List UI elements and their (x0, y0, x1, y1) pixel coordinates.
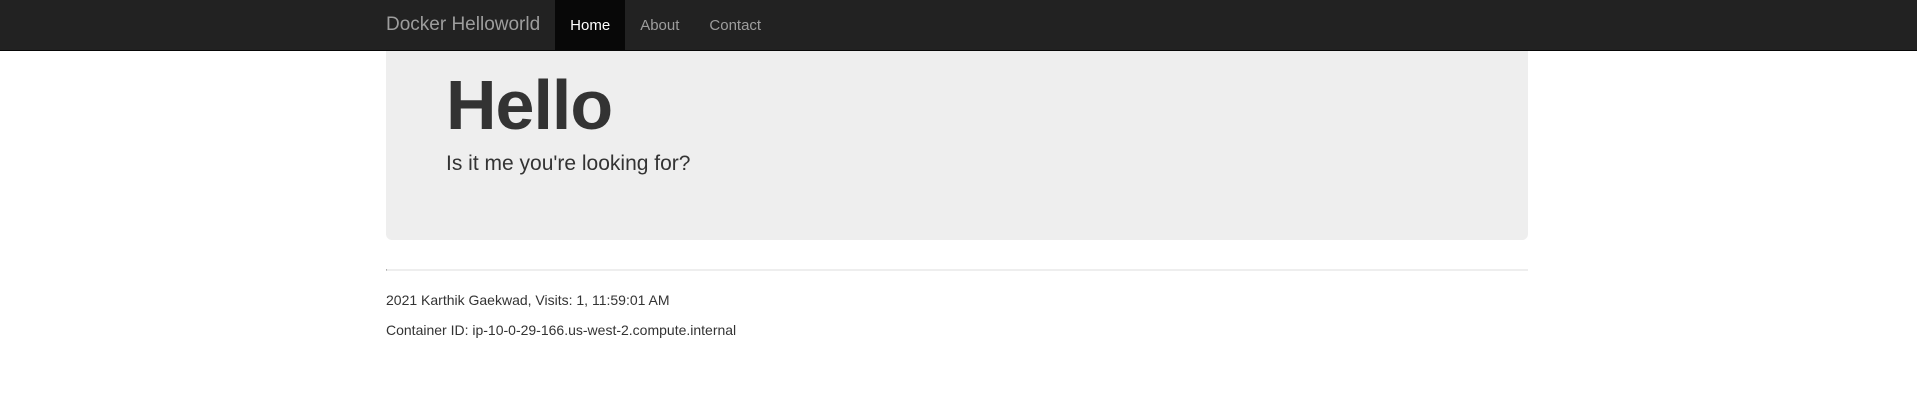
nav-item-about[interactable]: About (625, 0, 694, 50)
hero-subtitle: Is it me you're looking for? (446, 152, 691, 175)
hero-jumbotron: Hello Is it me you're looking for? (386, 51, 1528, 240)
footer-divider (386, 269, 1528, 271)
hero-title: Hello (446, 66, 613, 144)
nav-menu: Home About Contact (555, 0, 776, 50)
nav-item-home[interactable]: Home (555, 0, 626, 50)
top-navbar: Docker Helloworld Home About Contact (0, 0, 1917, 51)
nav-item-contact[interactable]: Contact (694, 0, 776, 50)
footer-visits-text: 2021 Karthik Gaekwad, Visits: 1, 11:59:0… (386, 292, 670, 308)
navbar-container: Docker Helloworld Home About Contact (371, 0, 776, 50)
navbar-brand[interactable]: Docker Helloworld (371, 0, 555, 50)
footer-container-id: Container ID: ip-10-0-29-166.us-west-2.c… (386, 322, 737, 338)
